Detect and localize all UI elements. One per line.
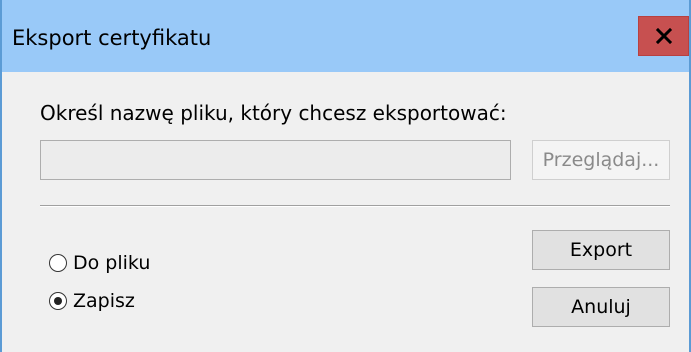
title-bar: Eksport certyfikatu (2, 0, 689, 72)
close-button[interactable] (638, 16, 689, 56)
radio-option-save[interactable]: Zapisz (49, 288, 135, 314)
export-button[interactable]: Export (532, 230, 670, 270)
browse-button[interactable]: Przeglądaj... (532, 140, 670, 180)
cancel-button[interactable]: Anuluj (532, 287, 670, 327)
export-certificate-dialog: Eksport certyfikatu Określ nazwę pliku, … (0, 0, 691, 352)
radio-label-save: Zapisz (73, 290, 135, 312)
filename-prompt-label: Określ nazwę pliku, który chcesz eksport… (40, 101, 507, 125)
radio-unchecked-icon[interactable] (49, 254, 67, 272)
separator (40, 205, 670, 207)
filename-input[interactable] (40, 140, 511, 180)
close-icon (655, 28, 672, 44)
radio-label-to-file: Do pliku (73, 252, 151, 274)
window-title: Eksport certyfikatu (12, 26, 212, 50)
radio-option-to-file[interactable]: Do pliku (49, 250, 150, 276)
radio-checked-icon[interactable] (49, 292, 67, 310)
